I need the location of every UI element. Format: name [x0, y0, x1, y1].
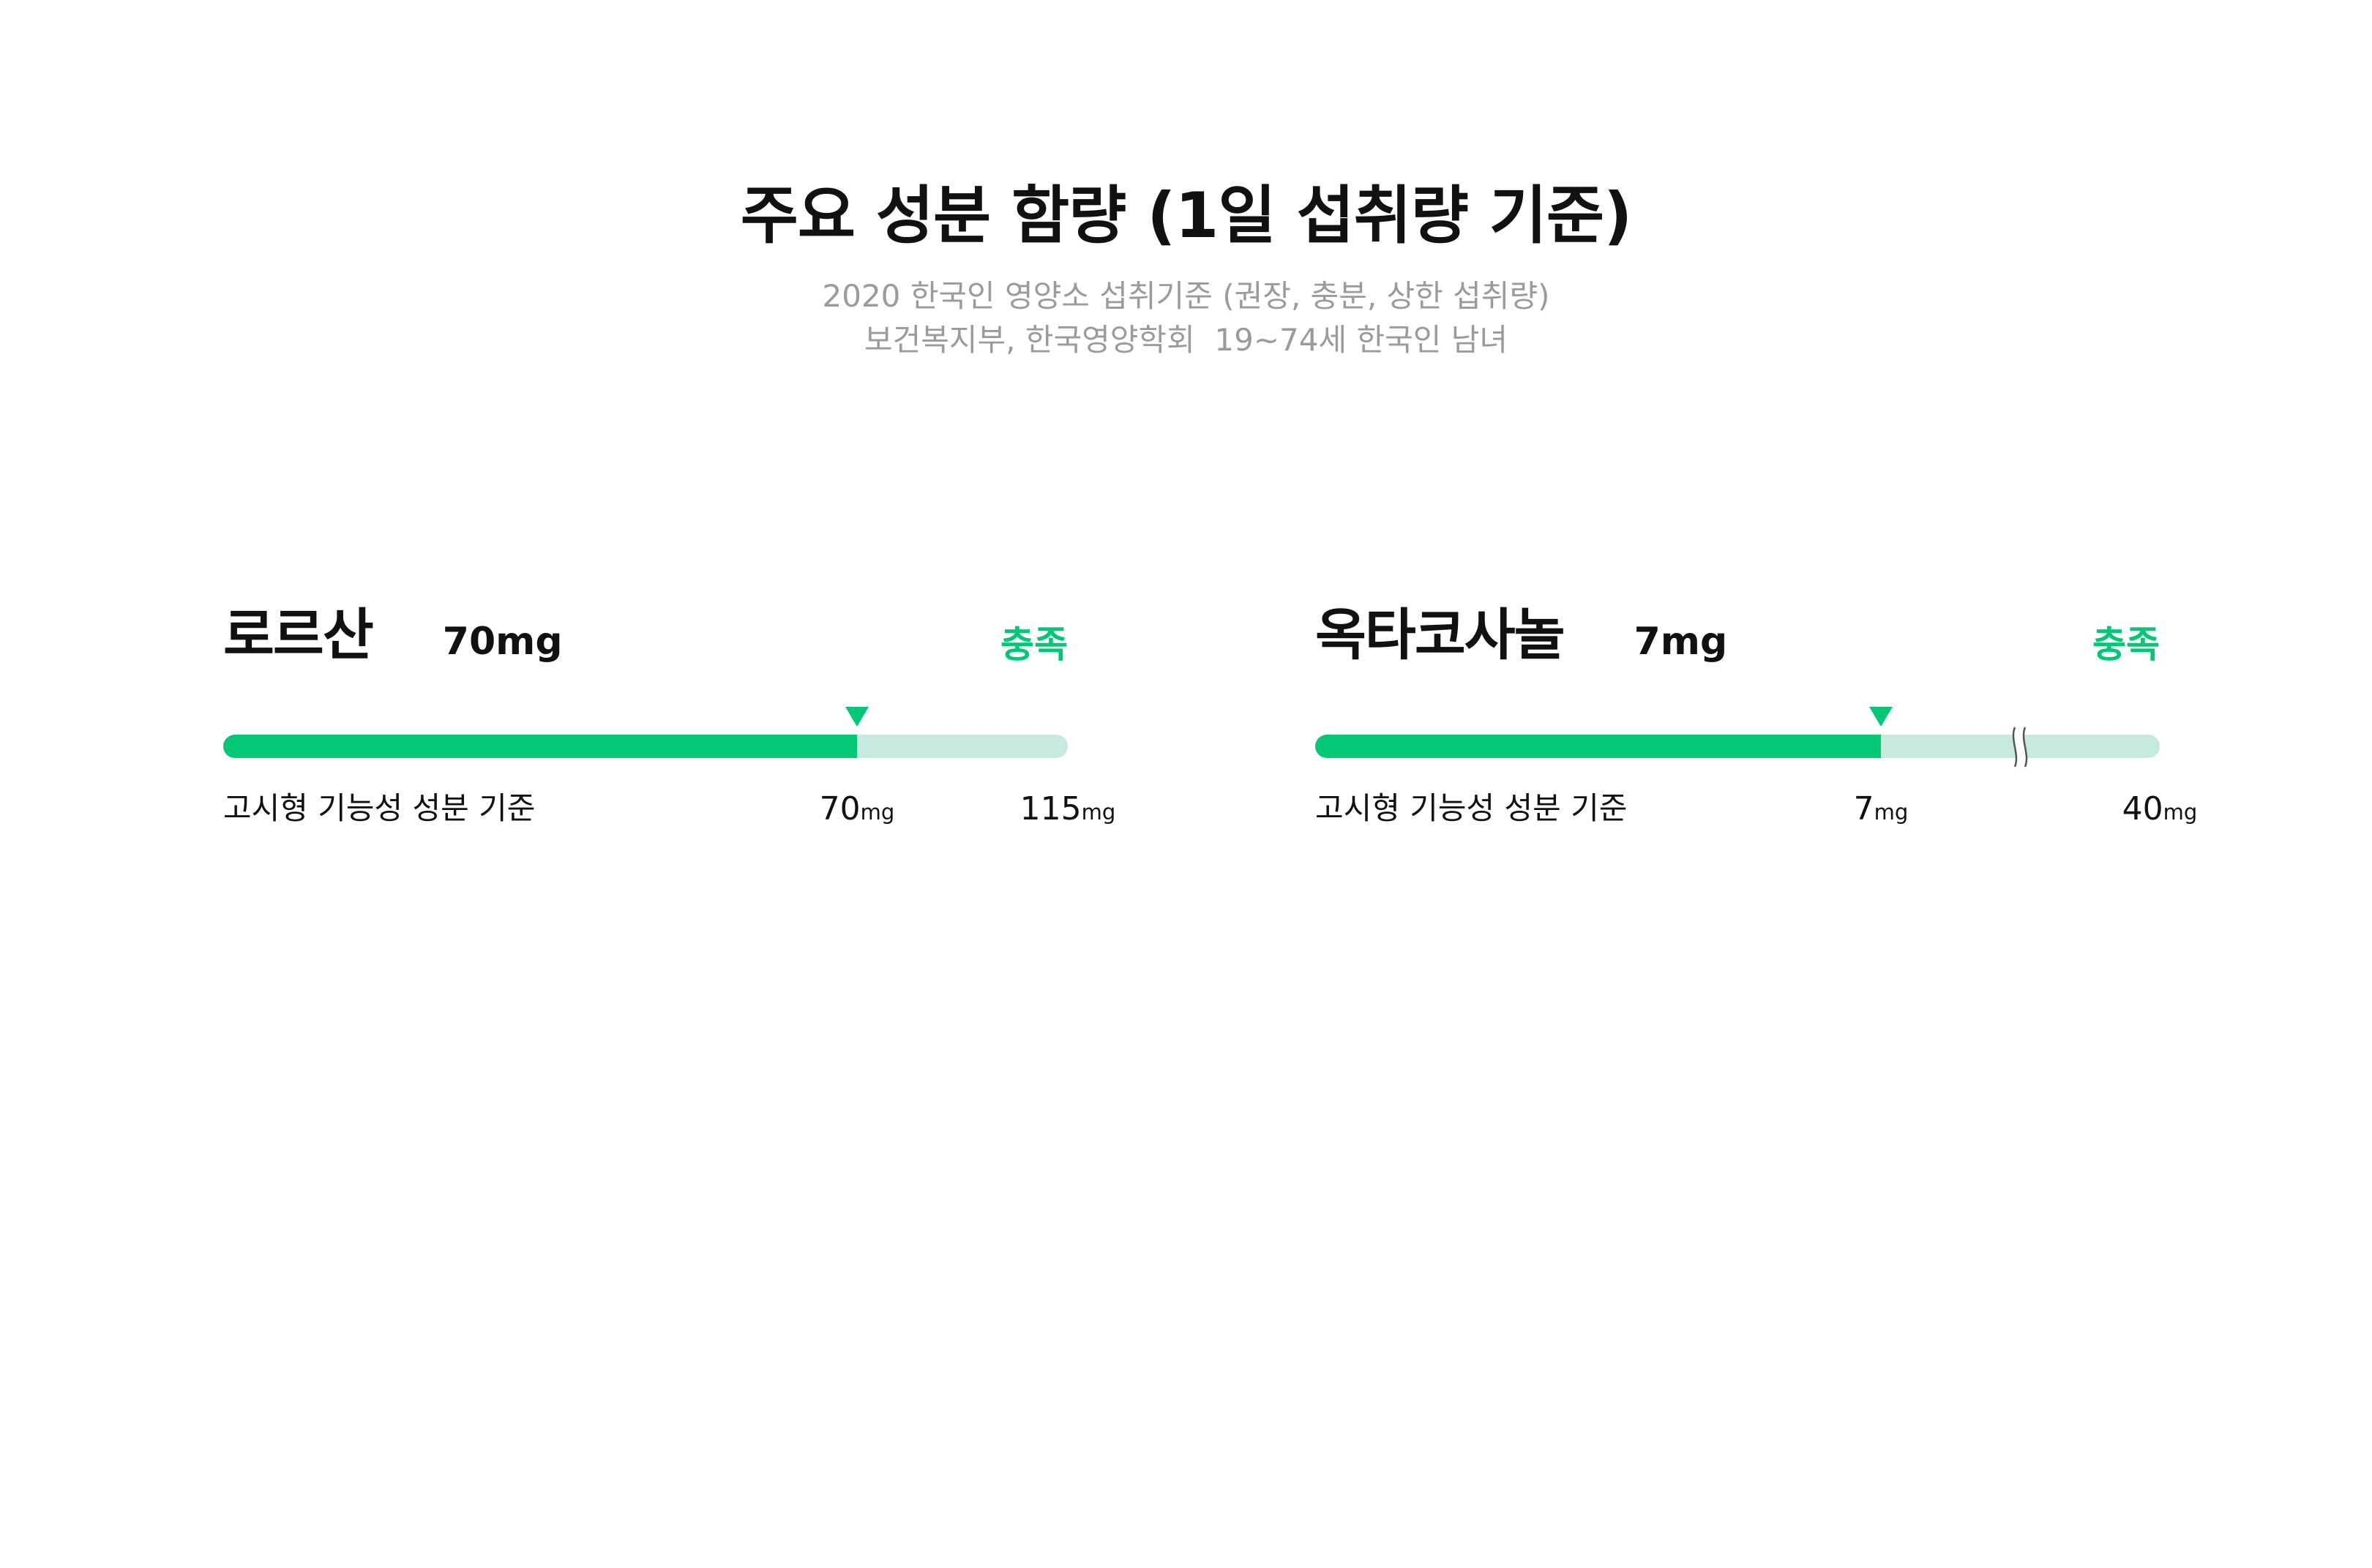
tick-label-max: 115mg [1020, 789, 1116, 836]
section-header: 주요 성분 함량 (1일 섭취량 기준) 2020 한국인 영양소 섭취기준 (… [0, 176, 2372, 362]
tick-value: 7 [1853, 790, 1874, 828]
subtitle-line-source: 보건복지부, 한국영양학회 19~74세 한국인 남녀 [864, 322, 1508, 358]
tick-unit: mg [1874, 800, 1909, 825]
gauge-heading: 옥타코사놀 7mg [1315, 600, 1727, 670]
subtitle-line-standard: 2020 한국인 영양소 섭취기준 (권장, 충분, 상한 섭취량) [822, 278, 1550, 314]
status-badge: 충족 [1000, 623, 1068, 666]
ingredient-name: 옥타코사놀 [1315, 602, 1565, 667]
ingredient-name: 로르산 [223, 602, 374, 667]
tick-value: 70 [819, 790, 861, 828]
tick-value: 40 [2122, 790, 2163, 828]
gauge-fill [1315, 735, 1881, 758]
status-badge: 충족 [2092, 623, 2160, 666]
tick-label-max: 40mg [2122, 789, 2198, 836]
ingredient-gauge: 로르산 70mg 충족 고시형 기능성 성분 기준 70mg 115mg [223, 585, 1115, 878]
ingredient-amount: 7mg [1634, 620, 1728, 664]
ingredient-amount: 70mg [442, 620, 563, 664]
axis-break-icon [2012, 727, 2028, 768]
tick-unit: mg [1081, 800, 1116, 825]
reference-label: 고시형 기능성 성분 기준 [1315, 790, 1628, 826]
tick-label-current: 7mg [1854, 789, 1909, 836]
tick-label-current: 70mg [820, 789, 895, 836]
marker-triangle-icon [845, 707, 869, 727]
page-title: 주요 성분 함량 (1일 섭취량 기준) [740, 179, 1633, 252]
reference-label: 고시형 기능성 성분 기준 [223, 790, 536, 826]
ingredient-gauge: 옥타코사놀 7mg 충족 고시형 기능성 성분 기준 7mg 40mg [1315, 585, 2197, 878]
tick-value: 115 [1019, 790, 1082, 828]
marker-triangle-icon [1869, 707, 1893, 727]
tick-unit: mg [2163, 800, 2198, 825]
gauge-heading: 로르산 70mg [223, 600, 563, 670]
subtitle: 2020 한국인 영양소 섭취기준 (권장, 충분, 상한 섭취량) 보건복지부… [0, 274, 2372, 362]
gauge-track [223, 735, 1068, 758]
gauge-fill [223, 735, 857, 758]
tick-unit: mg [860, 800, 895, 825]
